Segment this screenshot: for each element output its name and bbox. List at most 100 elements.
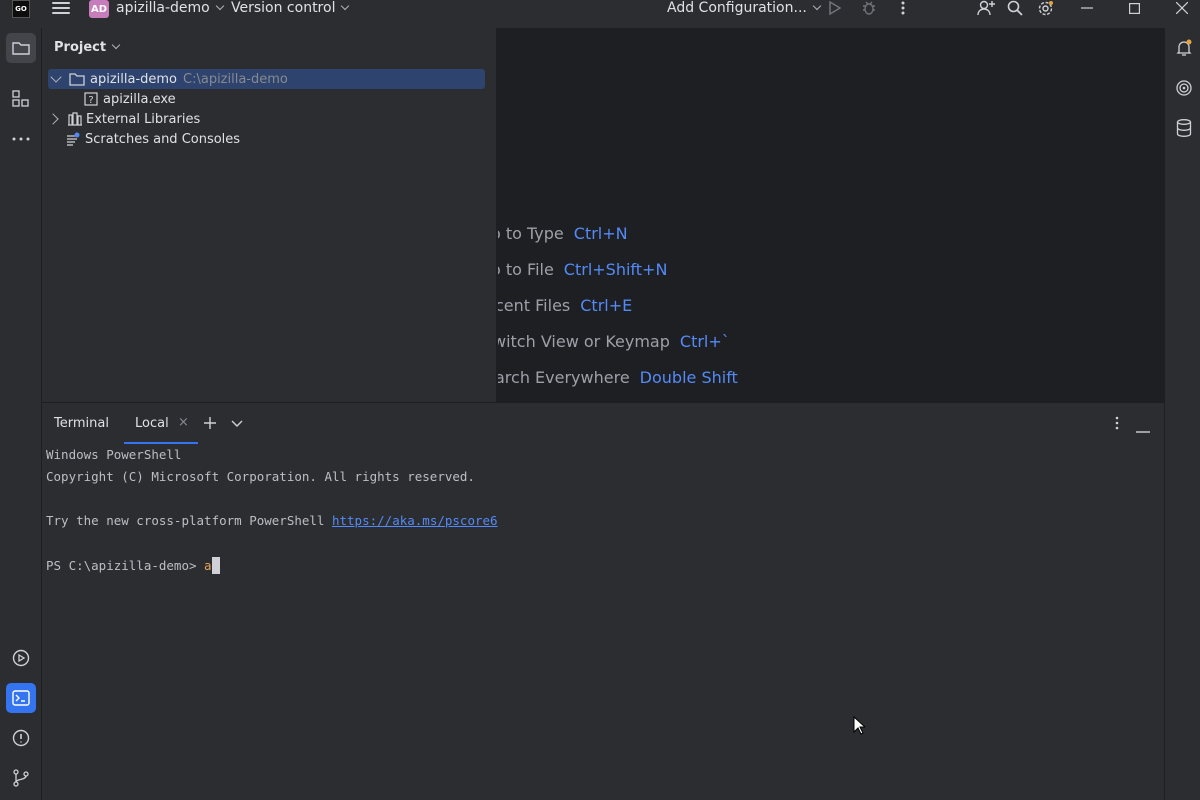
close-tab-icon[interactable]: × <box>178 415 189 430</box>
main-menu-button[interactable] <box>52 0 70 16</box>
chevron-down-icon <box>50 71 62 83</box>
chevron-down-icon <box>111 40 121 50</box>
terminal-more-button[interactable] <box>1115 416 1119 434</box>
maximize-icon <box>1128 2 1140 14</box>
project-panel-title: Project <box>54 40 107 55</box>
run-configuration-label: Add Configuration... <box>667 0 807 16</box>
version-control-menu[interactable]: Version control <box>231 0 350 16</box>
terminal-output[interactable]: Windows PowerShell Copyright (C) Microso… <box>42 444 1164 800</box>
plus-icon <box>204 417 216 429</box>
terminal-title: Terminal <box>54 416 109 431</box>
add-user-icon <box>977 0 995 16</box>
notifications-button[interactable] <box>1169 33 1199 63</box>
scratches-icon <box>67 132 80 146</box>
ai-assistant-button[interactable] <box>1169 73 1199 103</box>
folder-icon <box>69 73 85 86</box>
project-panel-header[interactable]: Project <box>54 40 121 55</box>
terminal-prompt-line[interactable]: PS C:\apizilla-demo> a <box>46 557 220 574</box>
debug-button[interactable] <box>861 0 877 16</box>
hint-shortcut: Ctrl+E <box>580 296 633 315</box>
structure-tool-button[interactable] <box>6 84 36 114</box>
tree-item-label: apizilla.exe <box>103 91 176 107</box>
hint-label: cent Files <box>498 296 571 315</box>
minimize-window-button[interactable] <box>1080 0 1094 16</box>
minimize-icon <box>1081 7 1093 9</box>
tree-item-project-root[interactable]: apizilla-demo C:\apizilla-demo <box>48 69 485 89</box>
left-tool-stripe <box>0 28 42 800</box>
tree-item-scratches[interactable]: Scratches and Consoles <box>66 129 240 149</box>
terminal-line: Windows PowerShell <box>46 447 182 462</box>
run-configuration-selector[interactable]: Add Configuration... <box>667 0 822 16</box>
git-branch-icon <box>13 769 29 787</box>
terminal-icon <box>12 690 30 706</box>
settings-button[interactable] <box>1036 0 1054 16</box>
minimize-icon <box>1136 431 1150 433</box>
hint-label: o to File <box>498 260 554 279</box>
project-panel: Project apizilla-demo C:\apizilla-demo ?… <box>42 28 497 402</box>
terminal-header: Terminal Local × <box>42 402 1164 444</box>
project-tool-button[interactable] <box>6 33 36 63</box>
title-bar: GO AD apizilla-demo Version control Add … <box>0 0 1200 28</box>
tree-item-external-libraries[interactable]: External Libraries <box>47 109 200 129</box>
tree-item-label: Scratches and Consoles <box>85 131 241 147</box>
terminal-line-text: Try the new cross-platform PowerShell <box>46 513 332 528</box>
chevron-down-icon <box>812 1 822 11</box>
tree-item-path: C:\apizilla-demo <box>183 71 288 87</box>
hint-shortcut: Ctrl+` <box>679 332 730 351</box>
terminal-line: Copyright (C) Microsoft Corporation. All… <box>46 469 475 484</box>
bell-icon <box>1176 39 1192 56</box>
hint-search-everywhere: arch Everywhere Double Shift <box>498 368 738 387</box>
unknown-file-icon: ? <box>84 92 98 106</box>
terminal-tab-local[interactable]: Local × <box>124 403 198 444</box>
terminal-input[interactable]: a <box>204 558 212 573</box>
right-tool-stripe <box>1164 28 1200 800</box>
new-terminal-button[interactable] <box>203 416 217 434</box>
hint-shortcut: Ctrl+Shift+N <box>563 260 668 279</box>
more-tools-button[interactable] <box>6 124 36 154</box>
hint-shortcut: Ctrl+N <box>573 224 628 243</box>
text-cursor <box>211 557 220 574</box>
more-horizontal-icon <box>12 137 30 141</box>
pscore-link[interactable]: https://aka.ms/pscore6 <box>332 513 498 528</box>
project-name: apizilla-demo <box>116 0 210 16</box>
hint-goto-file: o to File Ctrl+Shift+N <box>498 260 667 279</box>
more-actions-button[interactable] <box>897 0 909 16</box>
problems-tool-button[interactable] <box>6 723 36 753</box>
structure-icon <box>12 90 29 107</box>
version-control-label: Version control <box>231 0 336 16</box>
chevron-down-icon <box>215 1 224 11</box>
hint-label: o to Type <box>498 224 564 243</box>
chevron-down-icon <box>341 1 350 11</box>
services-icon <box>12 649 30 667</box>
hint-shortcut: Double Shift <box>639 368 738 387</box>
search-icon <box>1007 0 1023 16</box>
app-logo: GO <box>12 0 30 18</box>
terminal-prompt: PS C:\apizilla-demo> <box>46 558 205 573</box>
code-with-me-button[interactable] <box>976 0 996 16</box>
spiral-icon <box>1176 80 1192 96</box>
maximize-window-button[interactable] <box>1127 0 1141 16</box>
hint-label: witch View or Keymap <box>498 332 670 351</box>
hint-label: arch Everywhere <box>498 368 630 387</box>
close-window-button[interactable] <box>1175 0 1189 16</box>
git-tool-button[interactable] <box>6 763 36 793</box>
mouse-pointer-icon <box>853 716 865 735</box>
terminal-line: Try the new cross-platform PowerShell ht… <box>46 513 498 528</box>
hide-terminal-button[interactable] <box>1136 422 1150 437</box>
run-button[interactable] <box>828 0 842 16</box>
terminal-options-dropdown[interactable] <box>231 417 243 432</box>
project-switcher[interactable]: apizilla-demo <box>116 0 224 16</box>
search-button[interactable] <box>1006 0 1024 16</box>
terminal-tool-button[interactable] <box>6 683 36 713</box>
svg-text:?: ? <box>88 95 93 106</box>
problems-icon <box>12 729 30 747</box>
services-tool-button[interactable] <box>6 643 36 673</box>
tree-item-file[interactable]: ? apizilla.exe <box>84 89 176 109</box>
more-vertical-icon <box>1115 416 1119 430</box>
database-tool-button[interactable] <box>1169 113 1199 143</box>
editor-area: o to Type Ctrl+N o to File Ctrl+Shift+N ce… <box>498 28 1164 402</box>
chevron-down-icon <box>231 420 243 427</box>
gear-icon <box>1038 0 1053 15</box>
folder-icon <box>12 42 30 55</box>
project-badge[interactable]: AD <box>89 0 109 18</box>
